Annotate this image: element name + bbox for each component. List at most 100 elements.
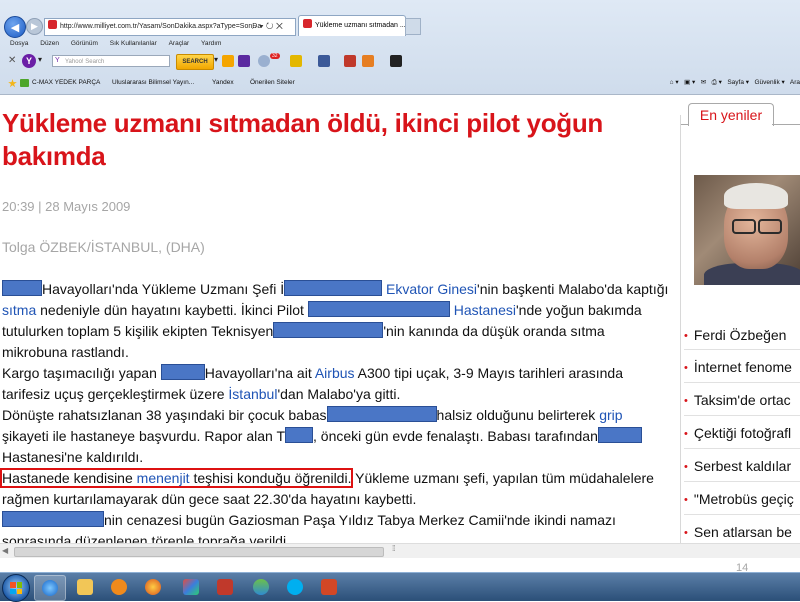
list-item-label: İnternet fenome: [693, 359, 792, 375]
favorite-link-yandex[interactable]: Yandex: [212, 73, 234, 93]
forward-arrow-icon: ▶: [31, 21, 38, 31]
taskbar-file-explorer[interactable]: [70, 575, 100, 599]
yahoo-menu-chevron-icon[interactable]: ▾: [38, 55, 42, 64]
article-body: Havayolları'nda Yükleme Uzmanı Şefi İ Ek…: [0, 279, 672, 543]
article-byline: Tolga ÖZBEK/İSTANBUL, (DHA): [2, 239, 205, 255]
menu-edit[interactable]: Düzen: [40, 40, 59, 47]
link-grip[interactable]: grip: [599, 407, 622, 423]
redaction-box: [284, 280, 383, 296]
article-headline: Yükleme uzmanı sıtmadan öldü, ikinci pil…: [2, 107, 662, 173]
paragraph-3: Dönüşte rahatsızlanan 38 yaşındaki bir ç…: [2, 405, 672, 468]
paragraph-4: Hastanede kendisine menenjit teşhisi kon…: [0, 468, 672, 510]
add-favorite-icon[interactable]: [20, 79, 29, 87]
pdf-icon[interactable]: [344, 55, 356, 67]
browser-chrome: ◀ ▶ http://www.milliyet.com.tr/Yasam/Son…: [0, 0, 800, 95]
favorites-bar: C-MAX YEDEK PARÇA Uluslararası Bilimsel …: [0, 73, 800, 93]
list-item[interactable]: • Taksim'de ortac: [684, 392, 791, 408]
forward-button[interactable]: ▶: [26, 18, 43, 35]
scroll-left-icon[interactable]: ◀: [2, 546, 8, 555]
app-icon[interactable]: [390, 55, 402, 67]
feeds-icon[interactable]: ▣: [684, 79, 690, 86]
favorite-link-cmax[interactable]: C-MAX YEDEK PARÇA: [32, 73, 100, 93]
search-dropdown-icon[interactable]: ▾: [214, 55, 218, 64]
messenger-icon[interactable]: [258, 55, 270, 67]
list-item[interactable]: • "Metrobüs geçiç: [684, 491, 794, 507]
paragraph-5: nin cenazesi bugün Gaziosman Paşa Yıldız…: [2, 510, 672, 543]
site-favicon-icon: [48, 20, 57, 29]
new-tab-button[interactable]: [405, 18, 421, 35]
facebook-icon[interactable]: [318, 55, 330, 67]
news-icon[interactable]: [290, 55, 302, 67]
menu-view[interactable]: Görünüm: [71, 40, 98, 47]
link-hastanesi[interactable]: Hastanesi: [454, 302, 516, 318]
refresh-icon[interactable]: ↻: [266, 21, 274, 31]
bullet-icon: •: [684, 330, 688, 342]
taskbar-firefox[interactable]: [138, 575, 168, 599]
mail-icon[interactable]: ✉: [701, 79, 706, 86]
skype-icon: [287, 579, 303, 595]
list-item[interactable]: • Sen atlarsan be: [684, 524, 792, 540]
redaction-box: [597, 427, 642, 443]
bullet-icon: •: [684, 461, 688, 473]
taskbar-paint[interactable]: [176, 575, 206, 599]
horizontal-scrollbar[interactable]: ◀ ⁞⁞: [0, 543, 800, 558]
taskbar-skype[interactable]: [280, 575, 310, 599]
favorite-link-bilimsel[interactable]: Uluslararası Bilimsel Yayın...: [112, 73, 194, 93]
list-divider: [684, 349, 800, 350]
paint-icon: [183, 579, 199, 595]
taskbar-internet-explorer[interactable]: [34, 575, 66, 601]
page-content: Yükleme uzmanı sıtmadan öldü, ikinci pil…: [0, 95, 800, 543]
favorite-link-onerilen[interactable]: Önerilen Siteler: [250, 73, 295, 93]
yahoo-search-button[interactable]: SEARCH: [176, 54, 214, 70]
menu-file[interactable]: Dosya: [10, 40, 28, 47]
yahoo-logo-icon[interactable]: Y: [22, 54, 36, 68]
list-item[interactable]: • Çektiği fotoğrafl: [684, 425, 791, 441]
toolbar-close-icon[interactable]: ✕: [8, 55, 16, 66]
news-photo[interactable]: [694, 175, 800, 285]
document-icon[interactable]: [362, 55, 374, 67]
security-menu[interactable]: Güvenlik: [754, 79, 779, 86]
highlighted-sentence: Hastanede kendisine menenjit teşhisi kon…: [0, 468, 354, 488]
browser-tab[interactable]: Yükleme uzmanı sıtmadan ... ✕: [298, 15, 406, 36]
list-item[interactable]: • Ferdi Özbeğen: [684, 327, 786, 343]
print-icon[interactable]: ⎙: [712, 79, 717, 86]
link-airbus[interactable]: Airbus: [315, 365, 355, 381]
yahoo-mail-icon[interactable]: [238, 55, 250, 67]
list-item-label: Taksim'de ortac: [693, 392, 791, 408]
resize-grip-icon[interactable]: ⁞⁞: [392, 544, 396, 553]
yahoo-search-input[interactable]: Yahoo! Search: [52, 55, 170, 67]
scrollbar-thumb[interactable]: [14, 547, 384, 557]
redaction-box: [2, 511, 104, 527]
search-icon[interactable]: ⌕: [252, 21, 257, 31]
paragraph-1: Havayolları'nda Yükleme Uzmanı Şefi İ Ek…: [2, 279, 672, 363]
system-tray[interactable]: [786, 577, 798, 597]
tools-menu[interactable]: Ara: [790, 79, 800, 86]
home-icon[interactable]: ⌂: [670, 79, 674, 86]
list-item[interactable]: • Serbest kaldılar: [684, 458, 791, 474]
yahoo-toolbar: ✕ Y ▾ Yahoo! Search Y SEARCH ▾ 32: [0, 51, 800, 71]
taskbar-media-player[interactable]: [104, 575, 134, 599]
page-menu[interactable]: Sayfa: [727, 79, 744, 86]
favorites-star-icon[interactable]: [8, 79, 17, 88]
redaction-box: [307, 301, 450, 317]
tab-en-yeniler[interactable]: En yeniler: [688, 103, 774, 126]
stop-icon[interactable]: ✕: [276, 21, 283, 31]
menu-tools[interactable]: Araçlar: [169, 40, 190, 47]
link-istanbul[interactable]: İstanbul: [228, 386, 277, 402]
list-item[interactable]: • İnternet fenome: [684, 359, 792, 375]
start-button[interactable]: [2, 574, 30, 602]
text: halsiz olduğunu belirterek: [436, 407, 600, 423]
back-button[interactable]: ◀: [4, 16, 26, 38]
link-sitma[interactable]: sıtma: [2, 302, 36, 318]
link-ekvator-ginesi[interactable]: Ekvator Ginesi: [386, 281, 477, 297]
taskbar-spss[interactable]: [210, 575, 240, 599]
headline-line-2: bakımda: [2, 141, 106, 171]
bookmark-star-icon[interactable]: [222, 55, 234, 67]
taskbar-powerpoint[interactable]: [314, 575, 344, 599]
menu-favorites[interactable]: Sık Kullanılanlar: [110, 40, 157, 47]
menu-help[interactable]: Yardım: [201, 40, 221, 47]
address-url: http://www.milliyet.com.tr/Yasam/SonDaki…: [60, 23, 262, 30]
taskbar-messenger[interactable]: [246, 575, 276, 599]
link-menenjit[interactable]: menenjit: [137, 470, 190, 486]
dropdown-icon[interactable]: ▾: [260, 21, 264, 31]
